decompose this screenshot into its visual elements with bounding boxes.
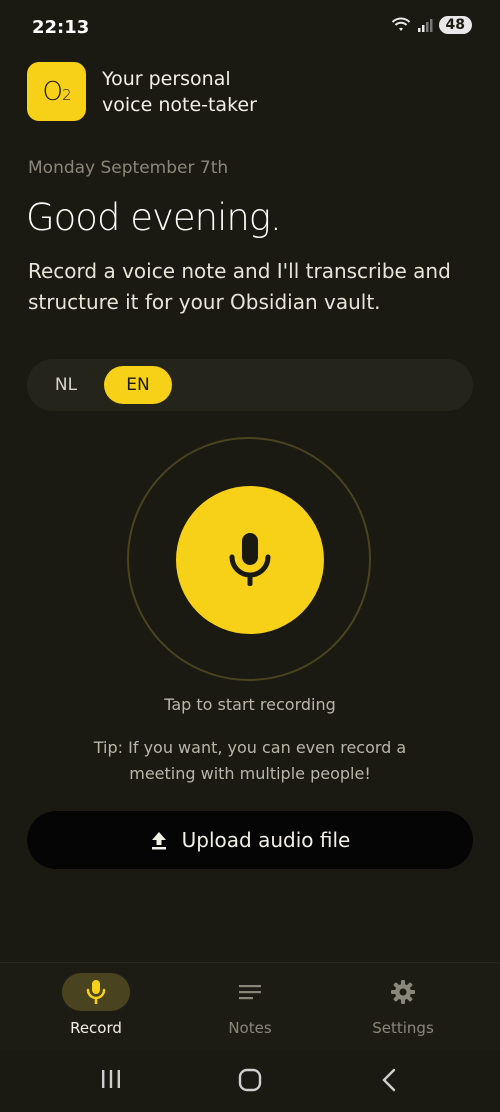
home-icon[interactable] xyxy=(238,1068,262,1092)
nav-record[interactable]: Record xyxy=(26,973,166,1037)
status-icons: 48 xyxy=(391,16,472,34)
record-hint: Tap to start recording xyxy=(164,695,336,714)
nav-notes-pill xyxy=(216,973,284,1011)
record-tip: Tip: If you want, you can even record a … xyxy=(93,738,407,783)
notes-icon xyxy=(239,985,261,1000)
nav-notes[interactable]: Notes xyxy=(180,973,320,1037)
nav-notes-label: Notes xyxy=(228,1019,272,1037)
upload-audio-button[interactable]: Upload audio file xyxy=(27,811,473,869)
nav-settings[interactable]: Settings xyxy=(333,973,473,1037)
current-date: Monday September 7th xyxy=(28,158,229,178)
signal-icon xyxy=(417,19,433,32)
intro-text: Record a voice note and I'll transcribe … xyxy=(28,259,451,314)
nav-record-pill xyxy=(62,973,130,1011)
bottom-nav: Record Notes Settings xyxy=(0,962,500,1051)
logo-text: O2 xyxy=(42,76,71,107)
language-option-nl[interactable]: NL xyxy=(37,366,95,404)
battery-level: 48 xyxy=(438,16,472,34)
gear-icon xyxy=(391,980,415,1004)
nav-settings-label: Settings xyxy=(372,1019,434,1037)
status-bar: 22:13 48 xyxy=(0,0,500,56)
recent-apps-icon[interactable] xyxy=(100,1068,122,1090)
upload-icon xyxy=(151,832,166,850)
nav-settings-pill xyxy=(369,973,437,1011)
upload-audio-label: Upload audio file xyxy=(181,828,351,852)
language-option-en[interactable]: EN xyxy=(104,366,172,404)
wifi-icon xyxy=(391,17,410,31)
status-time: 22:13 xyxy=(32,17,90,38)
language-toggle: NL EN xyxy=(27,359,473,411)
nav-record-label: Record xyxy=(70,1019,122,1037)
back-icon[interactable] xyxy=(380,1068,398,1092)
app-logo: O2 xyxy=(27,62,86,121)
mic-icon xyxy=(86,980,106,1004)
app-tagline: Your personal voice note-taker xyxy=(102,68,257,116)
greeting-heading: Good evening. xyxy=(26,196,282,239)
record-button[interactable] xyxy=(176,486,324,634)
microphone-icon xyxy=(229,533,271,586)
system-nav-bar xyxy=(0,1050,500,1112)
